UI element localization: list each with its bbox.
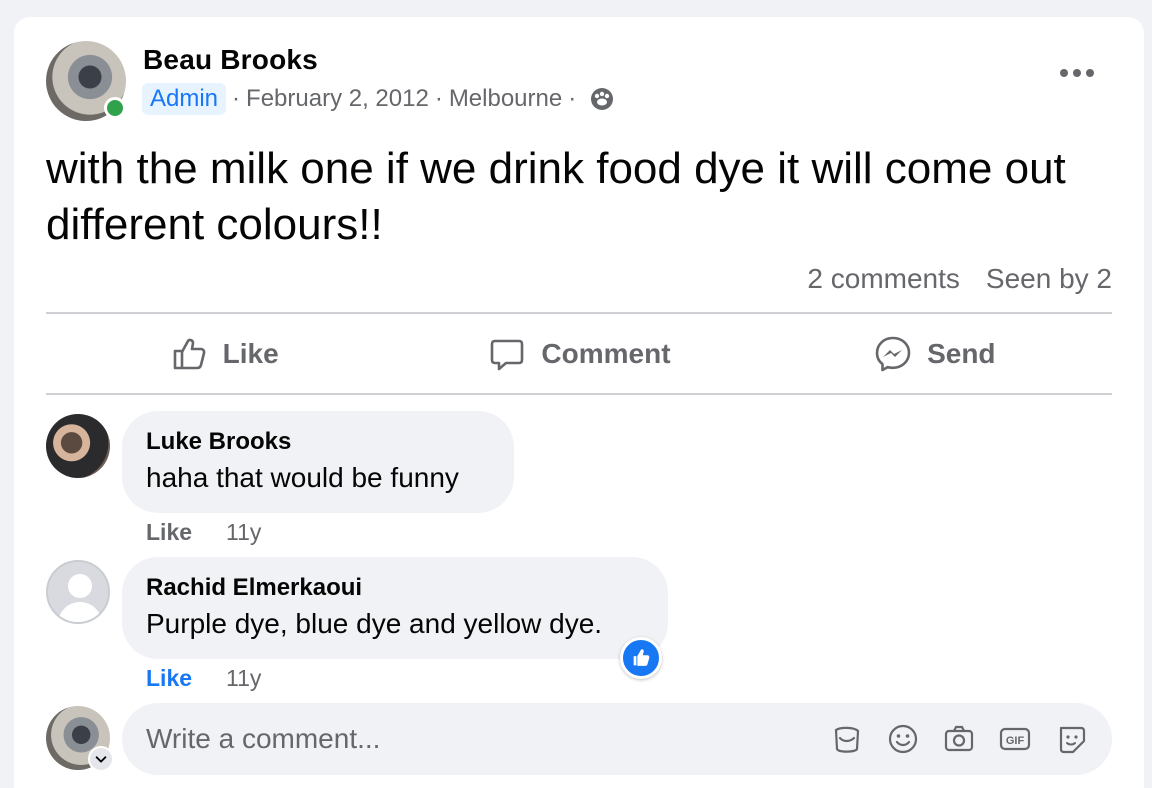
post-meta: Admin · February 2, 2012 · Melbourne · (142, 83, 614, 115)
separator: · (434, 85, 443, 112)
author-name[interactable]: Beau Brooks (143, 44, 318, 76)
comment-like-button[interactable]: Like (146, 665, 192, 692)
seen-by[interactable]: Seen by 2 (986, 263, 1112, 295)
comment-bubble: Rachid Elmerkaoui Purple dye, blue dye a… (122, 557, 668, 659)
comment-meta: Like 11y (146, 519, 261, 546)
avatar-sticker-icon[interactable] (1054, 722, 1088, 756)
post-card: Beau Brooks Admin · February 2, 2012 · M… (14, 17, 1144, 788)
post-actions: Like Comment Send (46, 314, 1112, 394)
commenter-name[interactable]: Rachid Elmerkaoui (146, 573, 644, 603)
admin-badge[interactable]: Admin (142, 83, 227, 115)
group-privacy-icon (590, 87, 614, 111)
comment-text: haha that would be funny (146, 462, 459, 493)
emoji-icon[interactable] (886, 722, 920, 756)
like-icon (173, 338, 206, 370)
send-label: Send (927, 338, 996, 369)
post-date[interactable]: February 2, 2012 (246, 85, 429, 113)
current-user-avatar[interactable] (46, 706, 114, 772)
commenter-name[interactable]: Luke Brooks (146, 427, 490, 457)
messenger-icon (875, 336, 911, 372)
post-stats: 2 comments Seen by 2 (807, 263, 1112, 295)
comment-label: Comment (541, 338, 671, 369)
comment-button[interactable]: Comment (401, 314, 756, 394)
comment-icon (491, 339, 524, 371)
divider (46, 393, 1112, 395)
separator: · (568, 85, 577, 112)
more-icon[interactable] (1060, 63, 1094, 83)
sticker-icon[interactable] (830, 722, 864, 756)
separator: · (232, 85, 241, 112)
post-text: with the milk one if we drink food dye i… (46, 144, 1066, 249)
gif-icon[interactable]: GIF (998, 722, 1032, 756)
author-avatar[interactable] (46, 41, 126, 121)
composer-tools: GIF (830, 722, 1088, 756)
comment-text: Purple dye, blue dye and yellow dye. (146, 608, 603, 639)
like-label: Like (222, 338, 279, 369)
like-button[interactable]: Like (46, 314, 401, 394)
commenter-avatar[interactable] (46, 414, 110, 478)
comment-composer[interactable]: Write a comment... GIF (122, 703, 1112, 775)
comment-like-button[interactable]: Like (146, 519, 192, 546)
commenter-avatar[interactable] (46, 560, 110, 624)
comments-count[interactable]: 2 comments (807, 263, 960, 295)
thumbs-up-icon[interactable] (620, 637, 662, 679)
comment-time[interactable]: 11y (226, 665, 261, 692)
comment-time[interactable]: 11y (226, 519, 261, 546)
camera-icon[interactable] (942, 722, 976, 756)
comment-bubble: Luke Brooks haha that would be funny (122, 411, 514, 513)
online-status-dot (104, 97, 126, 119)
chevron-down-icon[interactable] (88, 746, 114, 772)
svg-text:GIF: GIF (1006, 735, 1025, 747)
send-button[interactable]: Send (757, 314, 1112, 394)
comment-meta: Like 11y (146, 665, 261, 692)
post-location[interactable]: Melbourne (449, 85, 562, 113)
comment-input[interactable]: Write a comment... (146, 723, 830, 755)
